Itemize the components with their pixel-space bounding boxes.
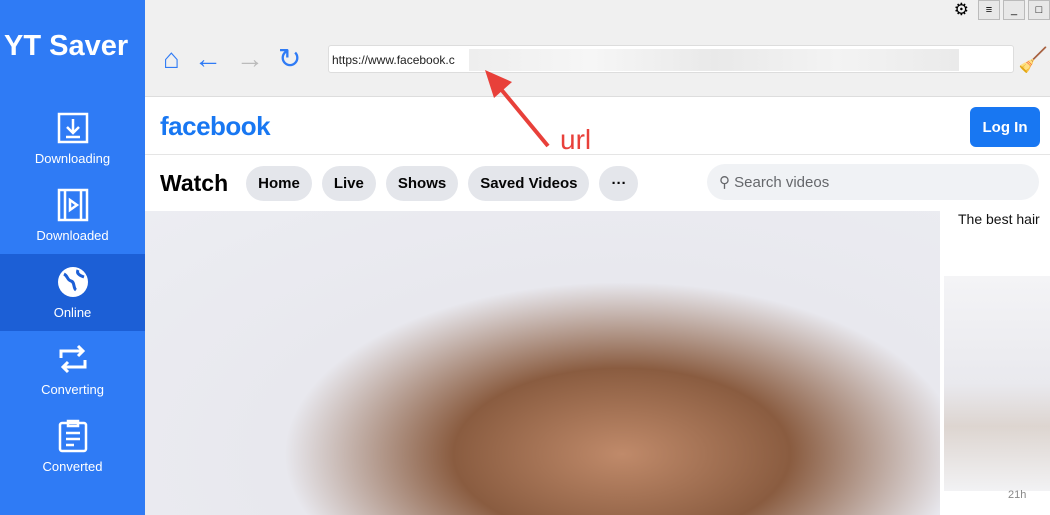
search-placeholder: Search videos	[734, 174, 830, 191]
menu-button[interactable]: ≡	[978, 0, 1000, 20]
side-panel: The best hair 21h	[940, 211, 1050, 515]
video-player[interactable]	[145, 211, 940, 515]
annotation-label: url	[560, 124, 592, 155]
forward-arrow-icon[interactable]: →	[236, 44, 264, 74]
app-logo: YT Saver	[4, 30, 129, 62]
web-page: facebook Log In Watch Home Live Shows Sa…	[145, 97, 1050, 515]
minimize-button[interactable]: _	[1003, 0, 1025, 20]
sidebar-item-downloaded[interactable]: Downloaded	[0, 177, 145, 254]
refresh-icon[interactable]: ↻	[278, 44, 301, 74]
side-video-thumbnail[interactable]	[944, 276, 1050, 491]
tab-saved-videos[interactable]: Saved Videos	[468, 165, 590, 201]
sidebar-item-downloading[interactable]: Downloading	[0, 100, 145, 177]
side-video-title[interactable]: The best hair	[958, 211, 1040, 227]
tab-home[interactable]: Home	[246, 165, 312, 201]
tab-shows[interactable]: Shows	[385, 165, 459, 201]
login-button[interactable]: Log In	[970, 107, 1040, 147]
document-icon	[58, 419, 87, 453]
convert-icon	[59, 344, 86, 374]
sidebar-item-label: Converted	[42, 459, 103, 474]
sidebar: YT Saver Downloading Downloaded Online C…	[0, 0, 145, 515]
back-arrow-icon[interactable]: ←	[194, 44, 222, 74]
download-icon	[57, 112, 88, 144]
sidebar-item-label: Converting	[41, 382, 104, 397]
search-input[interactable]: ⚲ Search videos	[707, 164, 1039, 200]
sidebar-item-label: Online	[53, 305, 92, 320]
facebook-logo[interactable]: facebook	[160, 111, 271, 142]
film-icon	[57, 188, 88, 222]
maximize-button[interactable]: □	[1028, 0, 1050, 20]
watch-title: Watch	[160, 169, 229, 196]
broom-icon[interactable]: 🧹	[1018, 46, 1048, 75]
blurred-url	[469, 49, 959, 71]
sidebar-item-converting[interactable]: Converting	[0, 331, 145, 408]
tab-live[interactable]: Live	[321, 165, 376, 201]
url-input[interactable]: https://www.facebook.c	[328, 45, 1014, 73]
home-icon[interactable]: ⌂	[163, 44, 180, 74]
sidebar-item-label: Downloading	[34, 151, 111, 166]
settings-icon[interactable]: ⚙	[954, 0, 969, 20]
sidebar-item-label: Downloaded	[36, 228, 109, 243]
url-text: https://www.facebook.c	[332, 53, 455, 67]
search-icon: ⚲	[719, 174, 735, 191]
sidebar-item-converted[interactable]: Converted	[0, 408, 145, 485]
browser-toolbar: ⚙ ≡ _ □ ⌂ ← → ↻ https://www.facebook.c 🧹	[145, 0, 1050, 97]
globe-icon	[57, 267, 88, 297]
more-button[interactable]: ···	[599, 165, 639, 201]
sidebar-item-online[interactable]: Online	[0, 254, 145, 331]
side-video-time: 21h	[1008, 489, 1027, 501]
